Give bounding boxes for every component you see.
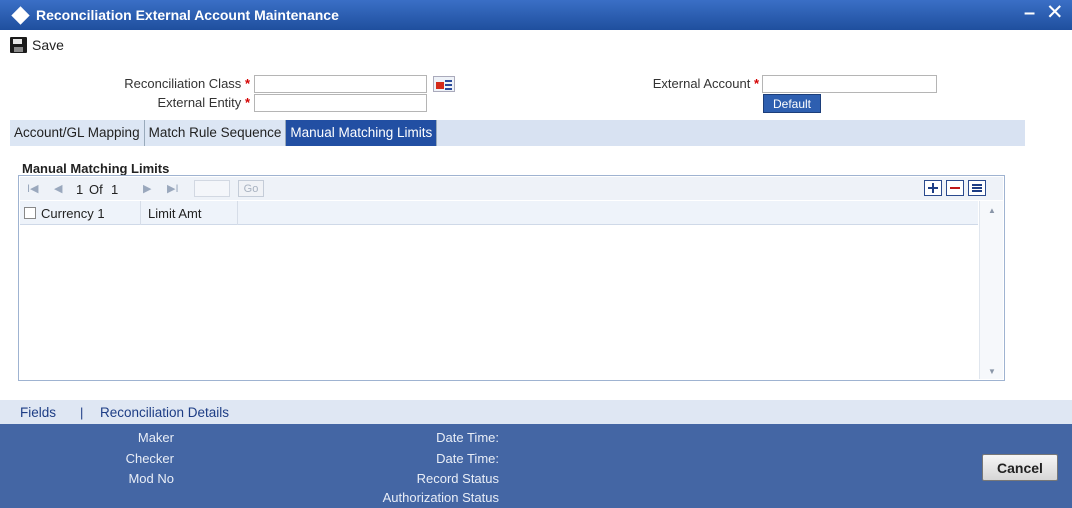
save-label: Save [32, 37, 64, 53]
grid-header: Currency 1 Limit Amt [20, 201, 978, 225]
links-separator: | [80, 405, 84, 420]
tab-match-rule-sequence[interactable]: Match Rule Sequence [144, 120, 287, 146]
section-title: Manual Matching Limits [22, 161, 170, 176]
default-button[interactable]: Default [763, 94, 821, 113]
required-marker: * [244, 76, 250, 91]
authorization-status-label: Authorization Status [382, 490, 499, 505]
mod-no-label: Mod No [128, 471, 174, 486]
external-account-label: External Account * [652, 76, 759, 91]
toolbar: Save [0, 30, 1072, 58]
total-pages: 1 [111, 182, 119, 197]
minimize-icon[interactable]: – [1024, 3, 1035, 23]
fields-link[interactable]: Fields [20, 405, 56, 420]
external-entity-label: External Entity * [157, 95, 250, 110]
limits-grid: I◀ ◀ 1 Of 1 ▶ ▶I Go Currency 1 Limit Amt [18, 175, 1005, 381]
checker-label: Checker [125, 451, 174, 466]
links-bar: Fields | Reconciliation Details [0, 400, 1072, 424]
recon-class-input[interactable] [254, 75, 427, 93]
required-marker: * [244, 95, 250, 110]
add-row-button[interactable] [924, 180, 942, 196]
app-diamond-icon [11, 6, 30, 25]
tab-account-gl-mapping[interactable]: Account/GL Mapping [10, 120, 145, 146]
grid-pager: I◀ ◀ 1 Of 1 ▶ ▶I Go [20, 177, 1003, 200]
next-page-icon[interactable]: ▶ [143, 182, 151, 195]
window-title: Reconciliation External Account Maintena… [36, 7, 339, 23]
current-page: 1 [76, 182, 84, 197]
page-number-input[interactable] [194, 180, 230, 197]
minus-icon [950, 187, 960, 189]
cancel-button[interactable]: Cancel [982, 454, 1058, 481]
last-page-icon[interactable]: ▶I [167, 182, 179, 195]
recon-class-lov-icon[interactable] [433, 76, 455, 92]
prev-page-icon[interactable]: ◀ [54, 182, 62, 195]
column-divider [140, 201, 141, 225]
save-button[interactable]: Save [10, 36, 64, 54]
external-entity-input[interactable] [254, 94, 427, 112]
record-status-label: Record Status [416, 471, 499, 486]
delete-row-button[interactable] [946, 180, 964, 196]
maker-label: Maker [137, 430, 174, 445]
title-bar: Reconciliation External Account Maintena… [0, 0, 1072, 30]
save-icon [10, 37, 27, 53]
first-page-icon[interactable]: I◀ [27, 182, 39, 195]
recon-details-link[interactable]: Reconciliation Details [100, 405, 229, 420]
scroll-down-icon[interactable]: ▼ [988, 367, 996, 376]
maker-date-time-label: Date Time: [436, 430, 499, 445]
tab-manual-matching-limits[interactable]: Manual Matching Limits [286, 120, 438, 146]
vertical-scrollbar[interactable]: ▲ ▼ [979, 201, 1003, 379]
tab-strip: Account/GL Mapping Match Rule Sequence M… [10, 120, 1025, 146]
close-icon[interactable]: ✕ [1046, 2, 1064, 24]
external-account-input[interactable] [762, 75, 937, 93]
checker-date-time-label: Date Time: [436, 451, 499, 466]
page-of-label: Of [89, 182, 103, 197]
single-view-button[interactable] [968, 180, 986, 196]
column-header-currency[interactable]: Currency 1 [41, 206, 105, 221]
required-marker: * [753, 76, 759, 91]
column-divider [237, 201, 238, 225]
column-header-limit-amt[interactable]: Limit Amt [148, 206, 201, 221]
go-button[interactable]: Go [238, 180, 264, 197]
recon-class-label: Reconciliation Class * [124, 76, 250, 91]
scroll-up-icon[interactable]: ▲ [988, 206, 996, 215]
select-all-checkbox[interactable] [24, 207, 36, 219]
